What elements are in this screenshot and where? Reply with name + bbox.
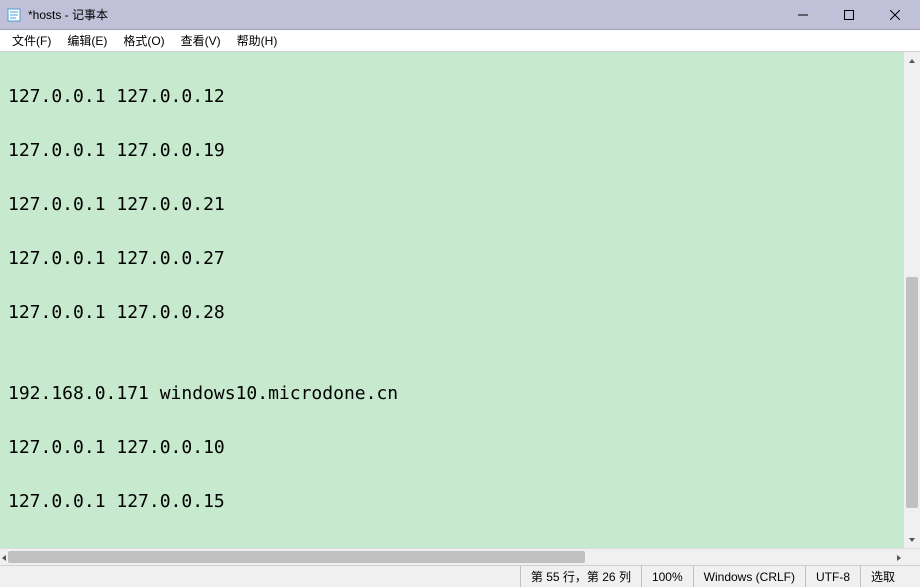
vertical-scroll-track[interactable]	[904, 69, 920, 531]
status-line-ending: Windows (CRLF)	[693, 566, 805, 587]
menu-help[interactable]: 帮助(H)	[229, 30, 286, 51]
horizontal-scroll-track[interactable]	[8, 549, 895, 565]
titlebar[interactable]: *hosts - 记事本	[0, 0, 920, 30]
menu-file[interactable]: 文件(F)	[4, 30, 59, 51]
status-encoding: UTF-8	[805, 566, 860, 587]
scroll-right-button[interactable]	[895, 549, 903, 566]
horizontal-scroll-thumb[interactable]	[8, 551, 585, 563]
window-title: *hosts - 记事本	[28, 6, 780, 23]
window-controls	[780, 0, 918, 29]
text-line: 127.0.0.1 127.0.0.15	[8, 488, 895, 515]
scroll-left-button[interactable]	[0, 549, 8, 566]
status-position: 第 55 行，第 26 列	[520, 566, 641, 587]
scroll-up-button[interactable]	[904, 52, 920, 69]
menubar: 文件(F) 编辑(E) 格式(O) 查看(V) 帮助(H)	[0, 30, 920, 52]
scrollbar-corner	[903, 549, 920, 565]
horizontal-scrollbar-row	[0, 548, 920, 565]
menu-format[interactable]: 格式(O)	[115, 30, 172, 51]
text-line: 127.0.0.1 127.0.0.17	[8, 542, 895, 548]
text-line: 127.0.0.1 127.0.0.12	[8, 83, 895, 110]
text-line: 127.0.0.1 127.0.0.19	[8, 137, 895, 164]
status-zoom: 100%	[641, 566, 693, 587]
editor-area: 127.0.0.1 127.0.0.12 127.0.0.1 127.0.0.1…	[0, 52, 920, 548]
text-line: 127.0.0.1 127.0.0.28	[8, 299, 895, 326]
horizontal-scrollbar[interactable]	[0, 549, 903, 565]
menu-view[interactable]: 查看(V)	[173, 30, 229, 51]
text-line: 127.0.0.1 127.0.0.21	[8, 191, 895, 218]
text-line: 127.0.0.1 127.0.0.10	[8, 434, 895, 461]
status-extra: 选取	[860, 566, 920, 587]
maximize-button[interactable]	[826, 0, 872, 29]
notepad-icon	[6, 7, 22, 23]
statusbar: 第 55 行，第 26 列 100% Windows (CRLF) UTF-8 …	[0, 565, 920, 587]
text-line: 127.0.0.1 127.0.0.27	[8, 245, 895, 272]
menu-edit[interactable]: 编辑(E)	[59, 30, 115, 51]
text-line: 192.168.0.171 windows10.microdone.cn	[8, 380, 895, 407]
minimize-button[interactable]	[780, 0, 826, 29]
scroll-down-button[interactable]	[904, 531, 920, 548]
vertical-scroll-thumb[interactable]	[906, 277, 918, 508]
vertical-scrollbar[interactable]	[903, 52, 920, 548]
close-button[interactable]	[872, 0, 918, 29]
text-editor[interactable]: 127.0.0.1 127.0.0.12 127.0.0.1 127.0.0.1…	[0, 52, 903, 548]
